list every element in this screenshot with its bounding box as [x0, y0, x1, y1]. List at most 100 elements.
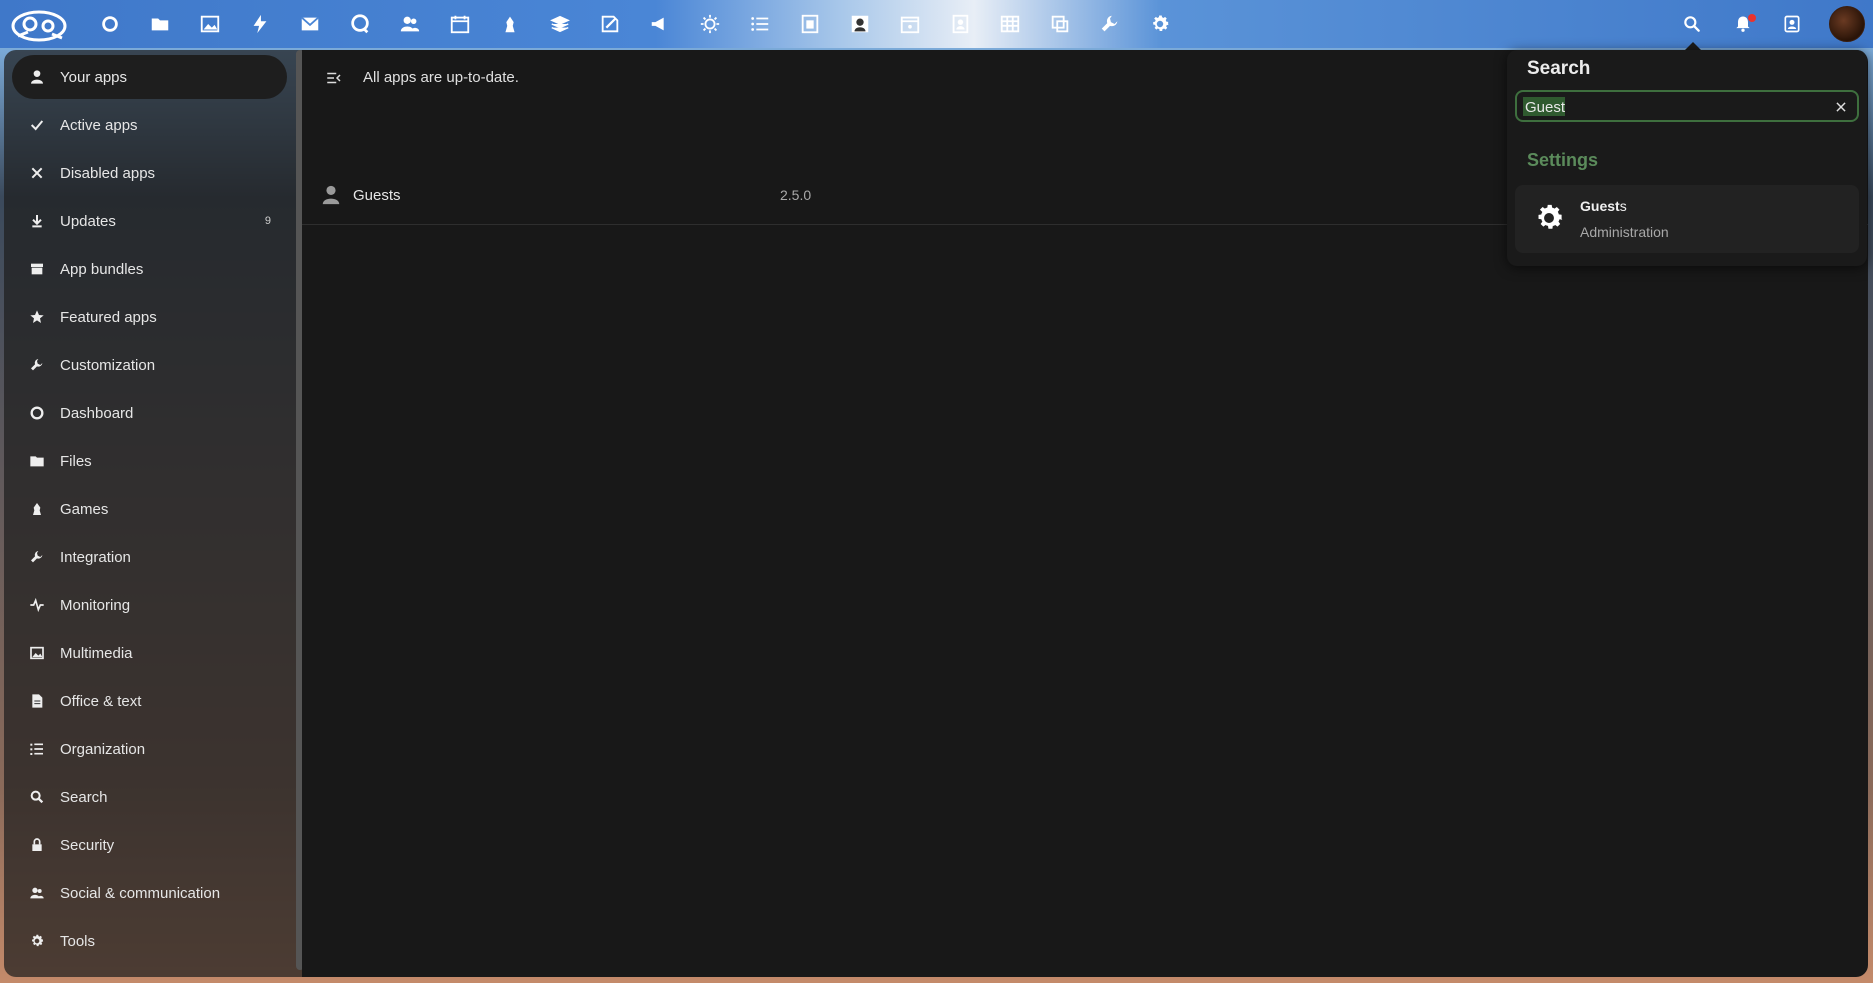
user-avatar[interactable] [1829, 6, 1865, 42]
contacts-book-icon[interactable] [946, 10, 974, 38]
calendar-schedule-icon[interactable] [896, 10, 924, 38]
nav-item-tools[interactable]: Tools [12, 919, 287, 963]
nav-item-label: Featured apps [60, 308, 157, 326]
gear-icon [26, 930, 48, 952]
nav-item-label: Integration [60, 548, 131, 566]
photos-icon[interactable] [196, 10, 224, 38]
document-icon [26, 690, 48, 712]
contacts-menu-icon[interactable] [1778, 10, 1806, 38]
search-title: Search [1527, 58, 1591, 79]
nav-item-label: Search [60, 788, 108, 806]
notes-icon[interactable] [596, 10, 624, 38]
search-result-subtitle: Administration [1580, 224, 1669, 240]
download-icon [26, 210, 48, 232]
contacts-icon[interactable] [396, 10, 424, 38]
nav-item-updates[interactable]: Updates 9 [12, 199, 287, 243]
nav-item-label: Social & communication [60, 884, 221, 902]
nav-item-customization[interactable]: Customization [12, 343, 287, 387]
app-navigation: Your apps Active apps Disabled apps Updates… [4, 50, 302, 977]
settings-gear-icon [1532, 201, 1566, 235]
forms-icon[interactable] [796, 10, 824, 38]
bundle-icon [26, 258, 48, 280]
people-icon [26, 882, 48, 904]
files-icon[interactable] [146, 10, 174, 38]
nav-item-label: Files [60, 452, 92, 470]
nav-item-integration[interactable]: Integration [12, 535, 287, 579]
tasks-icon[interactable] [746, 10, 774, 38]
update-status-text: All apps are up-to-date. [363, 69, 519, 86]
circle-icon [26, 402, 48, 424]
top-header [0, 0, 1873, 48]
nav-item-games[interactable]: Games [12, 487, 287, 531]
user-icon [26, 66, 48, 88]
nextcloud-logo[interactable] [8, 4, 70, 44]
search-result-item[interactable]: Guests Administration [1515, 185, 1859, 253]
nav-item-your-apps[interactable]: Your apps [12, 55, 287, 99]
activity-icon[interactable] [246, 10, 274, 38]
search-result-title: Guests [1580, 198, 1627, 214]
announcement-icon[interactable] [646, 10, 674, 38]
pulse-icon [26, 594, 48, 616]
dashboard-icon[interactable] [96, 10, 124, 38]
nav-item-organization[interactable]: Organization [12, 727, 287, 771]
nav-item-label: Tools [60, 932, 96, 950]
check-icon [26, 114, 48, 136]
weather-icon[interactable] [696, 10, 724, 38]
nav-item-label: Customization [60, 356, 156, 374]
admin-tools-icon[interactable] [1096, 10, 1124, 38]
star-icon [26, 306, 48, 328]
list-icon [26, 738, 48, 760]
nav-item-active-apps[interactable]: Active apps [12, 103, 287, 147]
chess-icon [26, 498, 48, 520]
talk-icon[interactable] [346, 10, 374, 38]
photo-frame-icon[interactable] [846, 10, 874, 38]
wrench-icon [26, 546, 48, 568]
nav-item-label: Disabled apps [60, 164, 156, 182]
app-name: Guests [353, 187, 401, 204]
nav-item-multimedia[interactable]: Multimedia [12, 631, 287, 675]
nav-item-label: Active apps [60, 116, 138, 134]
nav-item-label: Dashboard [60, 404, 134, 422]
tables-icon[interactable] [996, 10, 1024, 38]
nav-item-featured-apps[interactable]: Featured apps [12, 295, 287, 339]
collectives-icon[interactable] [1046, 10, 1074, 38]
games-icon[interactable] [496, 10, 524, 38]
nav-item-dashboard[interactable]: Dashboard [12, 391, 287, 435]
clear-search-icon[interactable] [1831, 97, 1851, 117]
close-icon [26, 162, 48, 184]
nav-item-files[interactable]: Files [12, 439, 287, 483]
mail-icon[interactable] [296, 10, 324, 38]
nav-item-disabled-apps[interactable]: Disabled apps [12, 151, 287, 195]
navigation-toggle-icon[interactable] [322, 66, 346, 90]
nav-item-office-text[interactable]: Office & text [12, 679, 287, 723]
search-section-heading: Settings [1527, 150, 1599, 170]
nav-item-search[interactable]: Search [12, 775, 287, 819]
nav-item-count-badge: 9 [264, 215, 271, 227]
nav-item-label: Monitoring [60, 596, 131, 614]
nav-item-label: App bundles [60, 260, 144, 278]
lock-icon [26, 834, 48, 856]
search-icon[interactable] [1678, 10, 1706, 38]
image-icon [26, 642, 48, 664]
nav-item-label: Organization [60, 740, 146, 758]
deck-icon[interactable] [546, 10, 574, 38]
nav-item-label: Games [60, 500, 109, 518]
nav-item-security[interactable]: Security [12, 823, 287, 867]
app-version: 2.5.0 [780, 187, 812, 203]
folder-icon [26, 450, 48, 472]
settings-gear-icon[interactable] [1146, 10, 1174, 38]
search-icon [26, 786, 48, 808]
guests-app-icon [320, 184, 342, 206]
notification-dot [1748, 14, 1756, 22]
nav-item-label: Multimedia [60, 644, 133, 662]
search-input[interactable] [1523, 96, 1827, 118]
search-box[interactable] [1515, 90, 1859, 122]
nav-item-label: Security [60, 836, 115, 854]
nav-item-label: Updates [60, 212, 116, 230]
calendar-icon[interactable] [446, 10, 474, 38]
nav-item-monitoring[interactable]: Monitoring [12, 583, 287, 627]
wrench-icon [26, 354, 48, 376]
nav-item-app-bundles[interactable]: App bundles [12, 247, 287, 291]
nav-item-label: Your apps [60, 68, 128, 86]
nav-item-social-communication[interactable]: Social & communication [12, 871, 287, 915]
